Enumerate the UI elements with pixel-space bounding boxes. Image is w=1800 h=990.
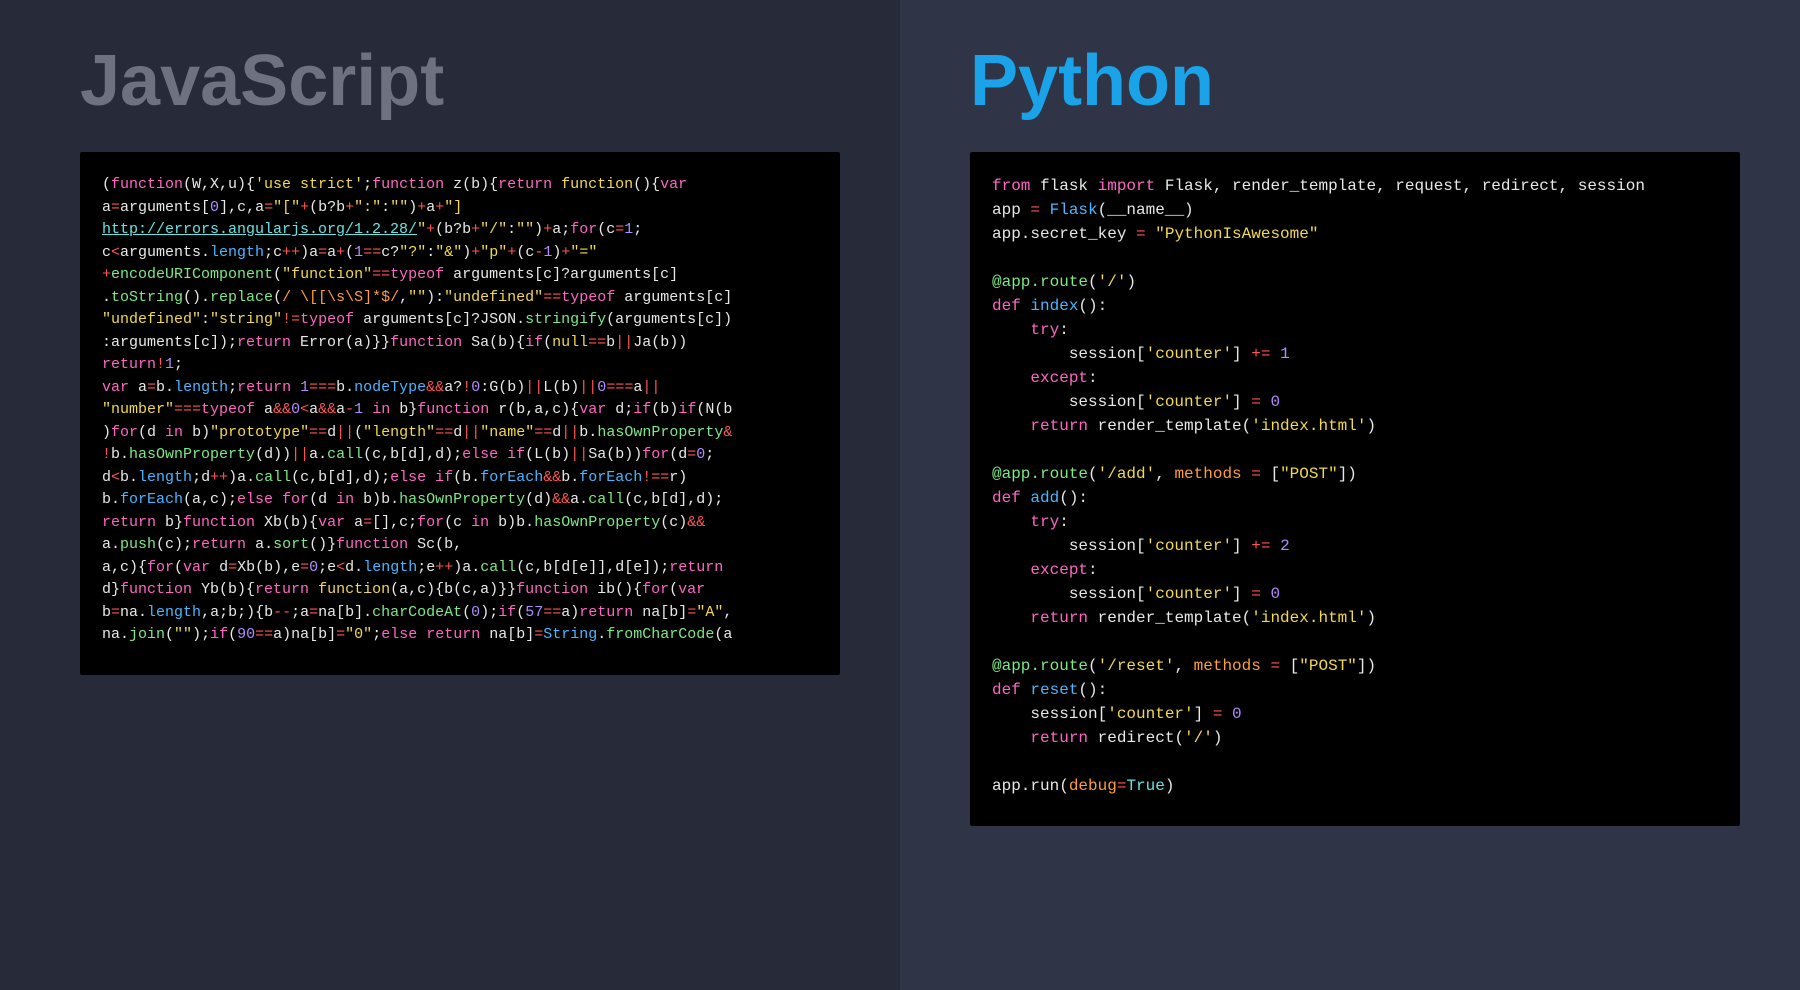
python-panel: Python from flask import Flask, render_t…	[900, 0, 1800, 990]
python-title: Python	[970, 40, 1740, 122]
javascript-code-block: (function(W,X,u){'use strict';function z…	[80, 152, 840, 675]
javascript-panel: JavaScript (function(W,X,u){'use strict'…	[0, 0, 900, 990]
python-code-block: from flask import Flask, render_template…	[970, 152, 1740, 826]
javascript-title: JavaScript	[80, 40, 840, 122]
